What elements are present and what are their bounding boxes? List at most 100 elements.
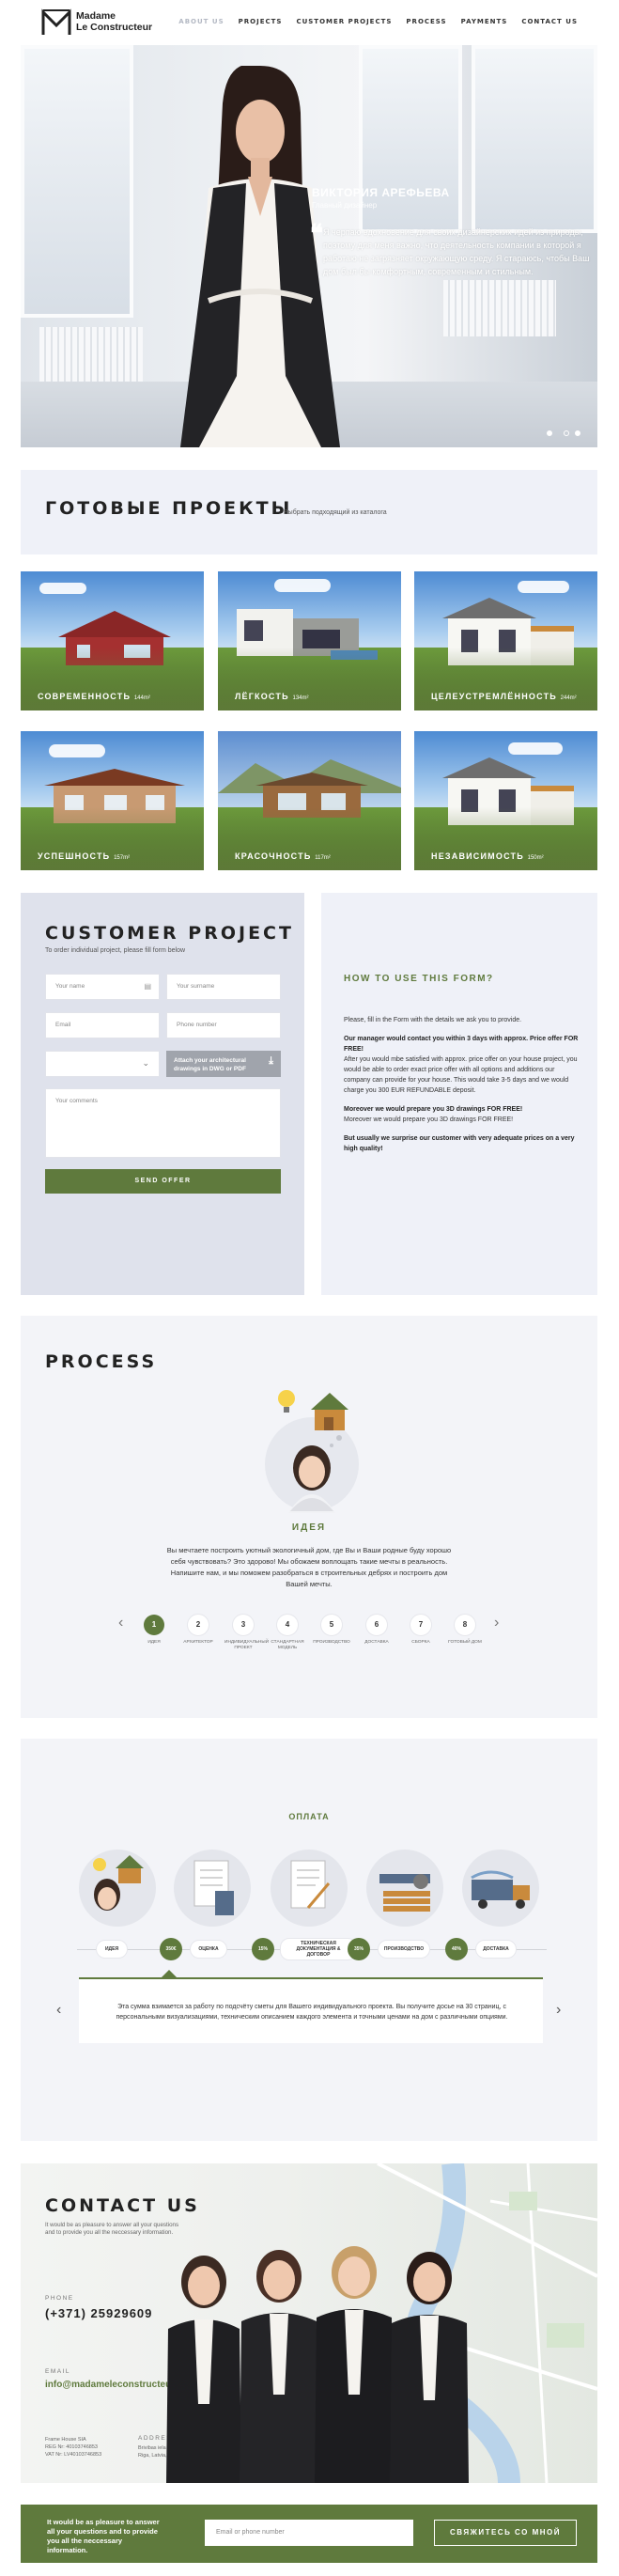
- next-arrow-icon[interactable]: ›: [556, 2002, 561, 2019]
- project-tile[interactable]: СОВРЕМЕННОСТЬ 144m²: [21, 571, 204, 710]
- ready-projects-subtitle: Выбрать подходящий из каталога: [284, 509, 387, 516]
- process-step-5[interactable]: 5: [321, 1615, 342, 1635]
- tile-label: НЕЗАВИСИМОСТЬ 150m²: [431, 851, 544, 861]
- slider-dot-1[interactable]: [547, 430, 552, 436]
- select-dropdown[interactable]: ⌄: [45, 1051, 160, 1077]
- prev-arrow-icon[interactable]: ‹: [118, 1615, 123, 1631]
- attach-label: Attach your architectural drawings in DW…: [174, 1057, 246, 1072]
- comments-textarea[interactable]: Your comments: [45, 1088, 281, 1158]
- tile-cloud: [274, 579, 331, 592]
- tile-tint: [21, 648, 204, 710]
- nav-payments[interactable]: PAYMENTS: [461, 18, 508, 25]
- process-step-3[interactable]: 3: [233, 1615, 254, 1635]
- footer-message: It would be as pleasure to answer all yo…: [47, 2518, 160, 2554]
- payment-node[interactable]: ПРОИЗВОДСТВО: [378, 1940, 430, 1959]
- nav-about[interactable]: ABOUT US: [178, 18, 224, 25]
- process-step-4[interactable]: 4: [277, 1615, 298, 1635]
- phone-input[interactable]: Phone number: [166, 1012, 281, 1038]
- footer-cta: It would be as pleasure to answer all yo…: [21, 2505, 597, 2563]
- payment-node[interactable]: ТЕХНИЧЕСКАЯ ДОКУМЕНТАЦИЯ & ДОГОВОР: [280, 1938, 357, 1960]
- payment-node[interactable]: ОЦЕНКА: [190, 1940, 227, 1959]
- tile-label: УСПЕШНОСТЬ 157m²: [38, 851, 131, 861]
- contact-card-icon: ▤: [144, 982, 151, 991]
- contact-section: CONTACT US It would be as pleasure to an…: [21, 2163, 597, 2483]
- surname-input[interactable]: Your surname: [166, 974, 281, 1000]
- tile-label: ЛЁГКОСТЬ 134m²: [235, 692, 309, 701]
- estimate-document-icon: [174, 1850, 251, 1927]
- quote-icon: ❝: [310, 220, 323, 248]
- idea-icon: [79, 1850, 156, 1927]
- send-offer-button[interactable]: SEND OFFER: [45, 1169, 281, 1194]
- process-title: PROCESS: [45, 1351, 158, 1372]
- process-step-label: АРХИТЕКТОР: [183, 1640, 213, 1645]
- ready-projects-title: ГОТОВЫЕ ПРОЕКТЫ: [45, 498, 293, 519]
- footer-contact-input[interactable]: Email or phone number: [205, 2520, 413, 2546]
- payment-node[interactable]: 35%: [348, 1938, 370, 1960]
- how-p1: Please, fill in the Form with the detail…: [344, 1017, 522, 1023]
- tile-cloud: [49, 744, 105, 757]
- nav-projects[interactable]: PROJECTS: [239, 18, 283, 25]
- nav-process[interactable]: PROCESS: [406, 18, 446, 25]
- payment-description-box: Эта сумма взимается за работу по подсчёт…: [79, 1977, 543, 2043]
- window-left: [21, 45, 133, 318]
- project-tile[interactable]: УСПЕШНОСТЬ 157m²: [21, 731, 204, 870]
- project-tile[interactable]: КРАСОЧНОСТЬ 117m²: [218, 731, 401, 870]
- nav-customer-projects[interactable]: CUSTOMER PROJECTS: [296, 18, 392, 25]
- phone-label: PHONE: [45, 2295, 74, 2302]
- slider-dot-2[interactable]: [564, 430, 569, 436]
- process-step-7[interactable]: 7: [410, 1615, 431, 1635]
- brand-line-2: Le Constructeur: [76, 22, 153, 33]
- tile-label: КРАСОЧНОСТЬ 117m²: [235, 851, 331, 861]
- payment-node[interactable]: 350€: [160, 1938, 182, 1960]
- project-tile[interactable]: ЛЁГКОСТЬ 134m²: [218, 571, 401, 710]
- how-to-use-panel: HOW TO USE THIS FORM? Please, fill in th…: [321, 893, 597, 1295]
- tile-label: ЦЕЛЕУСТРЕМЛЁННОСТЬ 244m²: [431, 692, 577, 701]
- payment-title: ОПЛАТА: [288, 1812, 330, 1821]
- process-step-label: СТАНДАРТНАЯ МОДЕЛЬ: [271, 1640, 304, 1650]
- payment-node[interactable]: ДОСТАВКА: [475, 1940, 517, 1959]
- tile-tint: [21, 807, 204, 870]
- process-step-label: ПРОИЗВОДСТВО: [313, 1640, 350, 1645]
- tile-cloud: [39, 583, 86, 594]
- how-to-title: HOW TO USE THIS FORM?: [344, 974, 494, 984]
- brand-logo[interactable]: Madame Le Constructeur: [41, 8, 192, 39]
- process-step-6[interactable]: 6: [366, 1615, 387, 1635]
- company-info: Frame House SIA REG Nr: 40103746853 VAT Nr…: [45, 2437, 102, 2458]
- designer-role: Главный дизайнер: [312, 201, 378, 210]
- name-placeholder: Your name: [55, 983, 85, 990]
- contact-me-button[interactable]: СВЯЖИТЕСЬ СО МНОЙ: [434, 2520, 577, 2546]
- nav-contact[interactable]: CONTACT US: [521, 18, 578, 25]
- team-photo: [166, 2246, 469, 2483]
- download-icon: ⤓: [269, 1055, 273, 1067]
- process-step-2[interactable]: 2: [188, 1615, 209, 1635]
- slider-dot-3[interactable]: [575, 430, 580, 436]
- project-tile[interactable]: ЦЕЛЕУСТРЕМЛЁННОСТЬ 244m²: [414, 571, 597, 710]
- payment-node[interactable]: 40%: [445, 1938, 468, 1960]
- delivery-truck-icon: [462, 1850, 539, 1927]
- process-step-label: СБОРКА: [411, 1640, 430, 1645]
- process-step-1[interactable]: 1: [144, 1615, 164, 1635]
- customer-project-subtitle: To order individual project, please fill…: [45, 947, 186, 954]
- production-icon: [366, 1850, 443, 1927]
- customer-project-title: CUSTOMER PROJECT: [45, 923, 294, 944]
- payment-node[interactable]: 15%: [252, 1938, 274, 1960]
- process-step-label: ИДЕЯ: [147, 1640, 161, 1645]
- payment-section: ОПЛАТА ИДЕЯ 350€ ОЦЕНКА 15% ТЕХНИЧЕСКАЯ …: [21, 1739, 597, 2141]
- name-input[interactable]: Your name ▤: [45, 974, 160, 1000]
- payment-node[interactable]: ИДЕЯ: [96, 1940, 128, 1959]
- project-tile[interactable]: НЕЗАВИСИМОСТЬ 150m²: [414, 731, 597, 870]
- hero-quote-block: ВИКТОРИЯ АРЕФЬЕВА Главный дизайнер ❝ Я ч…: [302, 186, 597, 355]
- tile-tint: [218, 648, 401, 710]
- process-step-text: Вы мечтаете построить уютный экологичный…: [166, 1546, 452, 1588]
- logo-mark-icon: [41, 8, 71, 35]
- next-arrow-icon[interactable]: ›: [494, 1615, 499, 1631]
- phone-number[interactable]: (+371) 25929609: [45, 2306, 152, 2320]
- tile-tint: [218, 807, 401, 870]
- tile-tint: [414, 648, 597, 710]
- process-step-8[interactable]: 8: [455, 1615, 475, 1635]
- prev-arrow-icon[interactable]: ‹: [56, 2002, 61, 2019]
- site-header: Madame Le Constructeur ABOUT US PROJECTS…: [0, 0, 619, 45]
- email-input[interactable]: Email: [45, 1012, 160, 1038]
- process-section: PROCESS ИДЕЯ Вы мечтаете построить уютны…: [21, 1316, 597, 1718]
- attach-drawings-button[interactable]: Attach your architectural drawings in DW…: [166, 1051, 281, 1077]
